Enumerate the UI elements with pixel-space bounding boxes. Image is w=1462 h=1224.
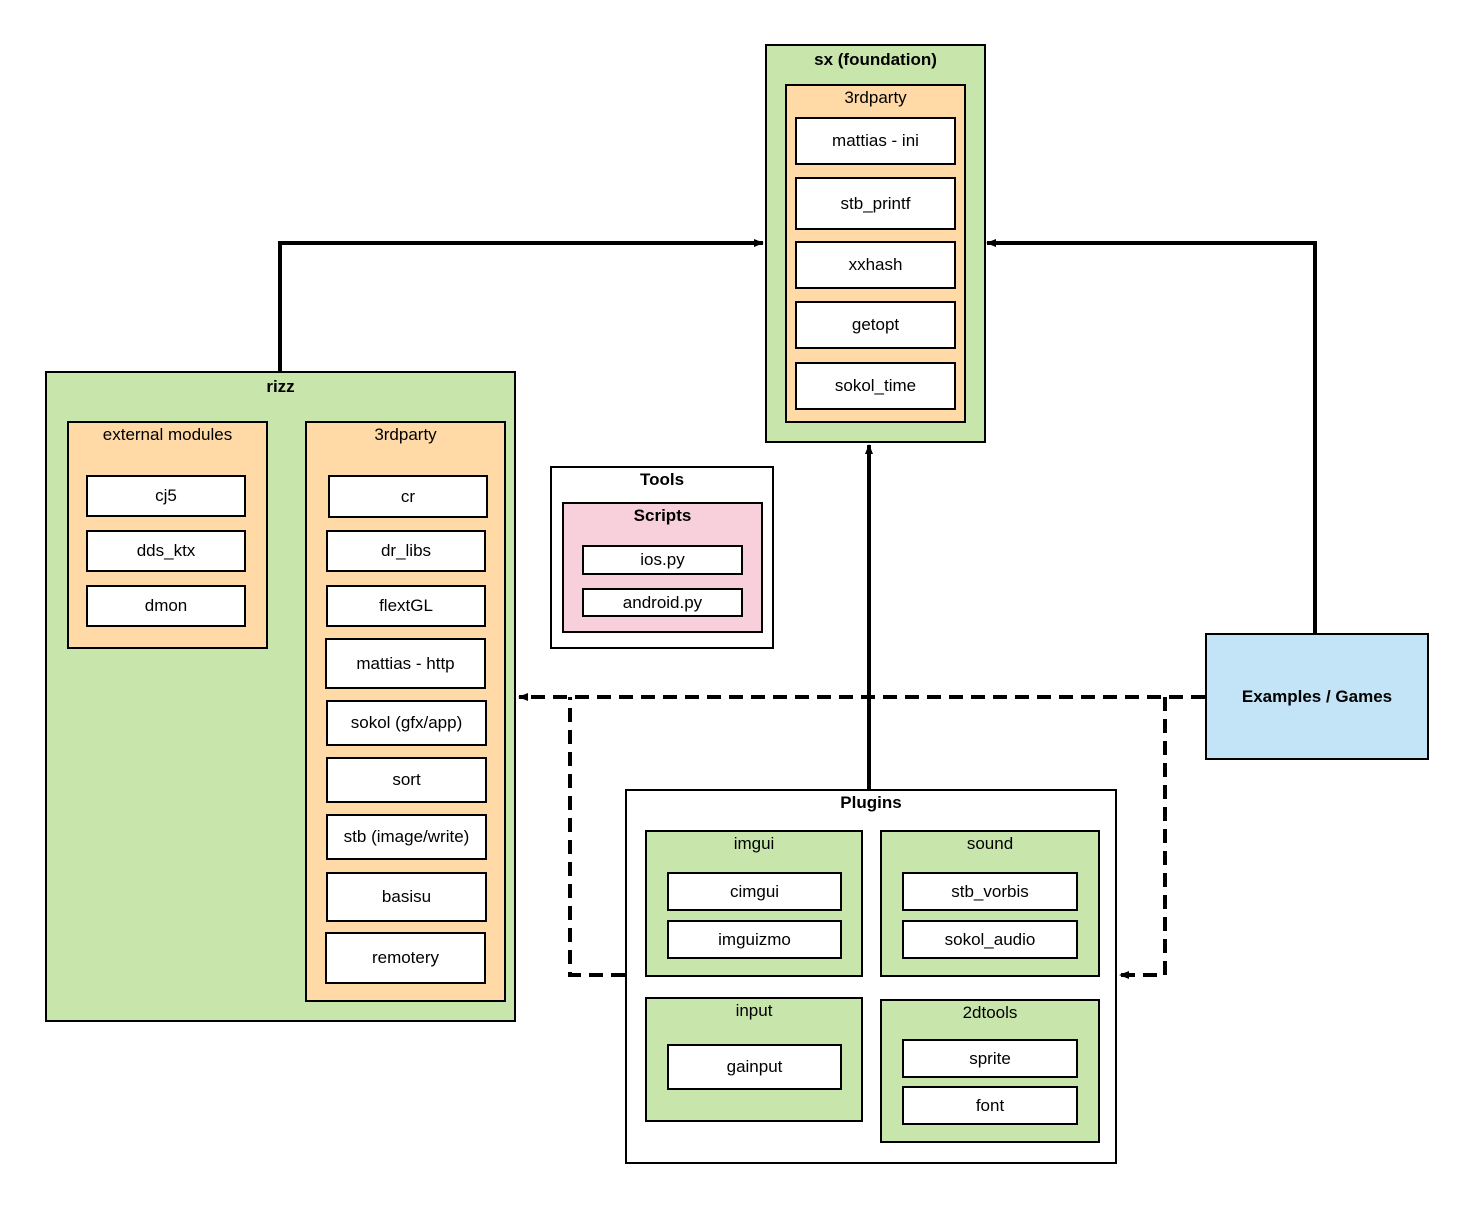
rizz-3rdparty-item: mattias - http bbox=[325, 638, 486, 689]
2dtools-title: 2dtools bbox=[962, 1003, 1018, 1022]
plugin-item: font bbox=[902, 1086, 1078, 1125]
external-module-item: cj5 bbox=[86, 475, 246, 517]
plugins-to-rizz-dashed-line bbox=[568, 697, 625, 977]
rizz-3rdparty-item: basisu bbox=[326, 872, 487, 922]
rizz-3rdparty-item: flextGL bbox=[326, 585, 486, 627]
plugin-item: gainput bbox=[667, 1044, 842, 1090]
sx-item: xxhash bbox=[795, 241, 956, 289]
rizz-to-sx-arrow bbox=[278, 239, 764, 371]
input-title: input bbox=[735, 1001, 773, 1020]
rizz-3rdparty-title: 3rdparty bbox=[374, 425, 437, 444]
rizz-3rdparty-item: remotery bbox=[325, 932, 486, 984]
script-item: ios.py bbox=[582, 545, 743, 575]
examples-to-plugins-dashed-arrow bbox=[1119, 697, 1167, 979]
architecture-diagram: sx (foundation) 3rdparty mattias - ini s… bbox=[0, 0, 1462, 1224]
examples-to-sx-arrow bbox=[986, 239, 1317, 633]
rizz-title: rizz bbox=[266, 377, 295, 396]
script-item: android.py bbox=[582, 588, 743, 617]
scripts-title: Scripts bbox=[633, 506, 692, 525]
imgui-title: imgui bbox=[733, 834, 775, 853]
plugin-item: sprite bbox=[902, 1039, 1078, 1078]
plugin-item: sokol_audio bbox=[902, 920, 1078, 959]
plugin-item: stb_vorbis bbox=[902, 872, 1078, 911]
rizz-3rdparty-item: dr_libs bbox=[326, 530, 486, 572]
rizz-3rdparty-item: cr bbox=[328, 475, 488, 518]
rizz-3rdparty-item: sort bbox=[326, 757, 487, 803]
external-module-item: dmon bbox=[86, 585, 246, 627]
sx-3rdparty-title: 3rdparty bbox=[844, 88, 907, 107]
sx-title: sx (foundation) bbox=[814, 50, 937, 69]
sx-item: stb_printf bbox=[795, 177, 956, 230]
examples-games-box: Examples / Games bbox=[1205, 633, 1429, 760]
plugin-item: cimgui bbox=[667, 872, 842, 911]
external-module-item: dds_ktx bbox=[86, 530, 246, 572]
sx-item: sokol_time bbox=[795, 362, 956, 410]
sx-item: mattias - ini bbox=[795, 117, 956, 165]
sx-item: getopt bbox=[795, 301, 956, 349]
rizz-3rdparty-item: sokol (gfx/app) bbox=[326, 700, 487, 746]
sound-title: sound bbox=[966, 834, 1014, 853]
rizz-3rdparty-item: stb (image/write) bbox=[326, 814, 487, 860]
plugin-item: imguizmo bbox=[667, 920, 842, 959]
external-modules-title: external modules bbox=[102, 425, 233, 444]
tools-title: Tools bbox=[639, 470, 685, 489]
plugins-title: Plugins bbox=[840, 793, 902, 812]
